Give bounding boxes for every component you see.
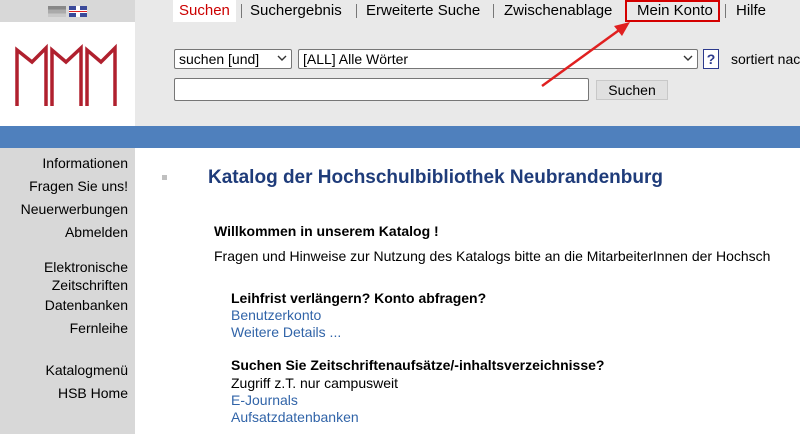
search-mode-select[interactable]: suchen [und] xyxy=(174,49,292,69)
tab-erweiterte-suche[interactable]: Erweiterte Suche xyxy=(366,0,480,22)
tab-suchen[interactable]: Suchen xyxy=(173,0,236,22)
sidebar-item-informationen[interactable]: Informationen xyxy=(0,152,135,175)
page-title: Katalog der Hochschulbibliothek Neubrand… xyxy=(208,167,663,188)
help-button[interactable]: ? xyxy=(703,49,719,69)
sidebar-item-neuerwerbungen[interactable]: Neuerwerbungen xyxy=(0,198,135,221)
section-heading-konto: Leihfrist verlängern? Konto abfragen? xyxy=(231,290,487,306)
tab-separator xyxy=(493,4,494,18)
sidebar-item-label: Elektronische xyxy=(43,259,128,275)
accent-band-left xyxy=(0,126,135,148)
sidebar-item-hsb-home[interactable]: HSB Home xyxy=(0,382,135,405)
chevron-down-icon xyxy=(277,55,287,61)
intro-text: Fragen und Hinweise zur Nutzung des Kata… xyxy=(214,248,771,264)
tab-suchergebnis[interactable]: Suchergebnis xyxy=(250,0,342,22)
tab-separator xyxy=(356,4,357,18)
chevron-down-icon xyxy=(683,55,693,61)
search-area xyxy=(135,22,800,126)
tab-separator xyxy=(725,4,726,18)
link-e-journals[interactable]: E-Journals xyxy=(231,392,298,408)
language-bar xyxy=(0,0,135,22)
annotation-arrow-icon xyxy=(541,22,630,88)
english-flag-icon[interactable] xyxy=(69,6,87,17)
sidebar-item-abmelden[interactable]: Abmelden xyxy=(0,221,135,244)
tab-hilfe[interactable]: Hilfe xyxy=(736,0,766,22)
sidebar-item-fragen[interactable]: Fragen Sie uns! xyxy=(0,175,135,198)
link-weitere-details[interactable]: Weitere Details ... xyxy=(231,324,341,340)
link-aufsatzdatenbanken[interactable]: Aufsatzdatenbanken xyxy=(231,409,359,425)
sidebar-nav: Informationen Fragen Sie uns! Neuerwerbu… xyxy=(0,152,135,405)
german-flag-icon[interactable] xyxy=(48,6,66,17)
search-field-value: [ALL] Alle Wörter xyxy=(303,51,409,67)
logo-area xyxy=(0,22,135,126)
section-heading-zeitschriften: Suchen Sie Zeitschriftenaufsätze/-inhalt… xyxy=(231,357,605,373)
search-input[interactable] xyxy=(174,78,589,101)
sidebar-item-elektronische-zeitschriften[interactable]: Elektronische Zeitschriften xyxy=(0,256,135,294)
campus-note: Zugriff z.T. nur campusweit xyxy=(231,375,399,391)
university-logo[interactable] xyxy=(14,42,118,108)
sidebar-item-fernleihe[interactable]: Fernleihe xyxy=(0,317,135,340)
welcome-heading: Willkommen in unserem Katalog ! xyxy=(214,223,439,239)
accent-band xyxy=(135,126,800,148)
link-benutzerkonto[interactable]: Benutzerkonto xyxy=(231,307,321,323)
tab-separator xyxy=(241,4,242,18)
sidebar-item-label: Zeitschriften xyxy=(51,277,128,293)
sidebar-item-katalogmenu[interactable]: Katalogmenü xyxy=(0,359,135,382)
bullet-marker xyxy=(162,175,167,180)
sort-label: sortiert nac xyxy=(731,51,800,67)
search-mode-value: suchen [und] xyxy=(179,51,260,67)
sidebar-item-datenbanken[interactable]: Datenbanken xyxy=(0,294,135,317)
